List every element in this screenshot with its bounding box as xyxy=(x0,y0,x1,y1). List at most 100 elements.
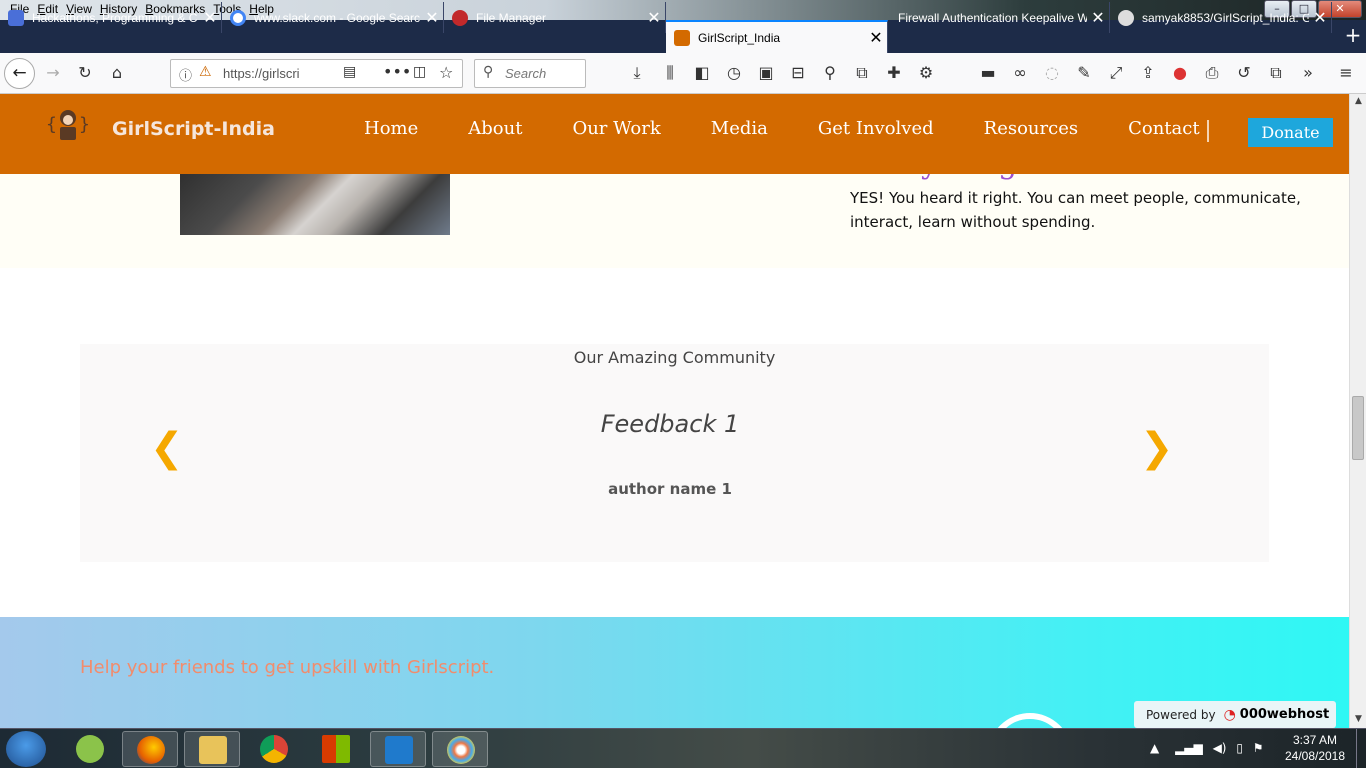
nav-divider xyxy=(1207,120,1209,142)
nav-resources[interactable]: Resources xyxy=(984,118,1078,139)
start-button[interactable] xyxy=(6,731,46,767)
circle-decoration xyxy=(988,713,1072,728)
svg-text:{: { xyxy=(46,114,57,135)
history-clock-icon[interactable]: ◷ xyxy=(724,63,744,83)
tab-file-manager[interactable]: File Manager ✕ xyxy=(444,2,666,33)
home-button[interactable]: ⌂ xyxy=(107,63,127,83)
tab-close-icon[interactable]: ✕ xyxy=(1087,8,1109,28)
nav-our-work[interactable]: Our Work xyxy=(572,118,660,139)
scroll-up-icon[interactable]: ▲ xyxy=(1350,96,1366,106)
nav-home[interactable]: Home xyxy=(364,118,418,139)
page-viewport: Everything is Free! YES! You heard it ri… xyxy=(0,94,1349,728)
page-scrollbar[interactable]: ▲ ▼ xyxy=(1349,94,1366,728)
save-page-icon[interactable]: ⊟ xyxy=(788,63,808,83)
nav-get-involved[interactable]: Get Involved xyxy=(818,118,934,139)
action-center-flag-icon[interactable]: ⚑ xyxy=(1253,741,1264,755)
rss-icon[interactable]: ◌ xyxy=(1042,63,1062,83)
screenshot-icon[interactable]: ▣ xyxy=(756,63,776,83)
carousel-next-button[interactable]: ❯ xyxy=(1140,428,1174,468)
site-brand[interactable]: GirlScript-India xyxy=(112,118,275,140)
insecure-lock-icon[interactable]: ⚠ xyxy=(199,64,212,80)
sidebar-icon[interactable]: ◧ xyxy=(692,63,712,83)
overflow-chevron-icon[interactable]: » xyxy=(1298,63,1318,83)
tab-label: Firewall Authentication Keepalive W xyxy=(898,10,1087,25)
taskbar-paint[interactable] xyxy=(432,731,488,767)
powered-by-label: Powered by xyxy=(1146,707,1216,722)
back-button[interactable]: ← xyxy=(4,58,35,89)
tab-close-icon[interactable]: ✕ xyxy=(865,28,887,48)
print-icon[interactable]: ⎙ xyxy=(1202,63,1222,83)
battery-icon[interactable]: ▯ xyxy=(1236,741,1243,755)
tab-favicon-icon xyxy=(8,9,24,26)
tray-expand-icon[interactable]: ▲ xyxy=(1150,741,1159,755)
settings-gear-icon[interactable]: ⚙ xyxy=(916,63,936,83)
taskbar-office[interactable] xyxy=(308,731,364,767)
taskbar-vscode[interactable] xyxy=(370,731,426,767)
hamburger-menu-icon[interactable]: ≡ xyxy=(1336,63,1356,83)
taskbar-android-studio[interactable] xyxy=(62,731,118,767)
tab-label: File Manager xyxy=(476,10,547,25)
extensions-icon[interactable]: ✚ xyxy=(884,63,904,83)
search-placeholder[interactable]: Search xyxy=(505,66,546,81)
girlscript-favicon-icon xyxy=(674,29,690,46)
reader-view-icon[interactable]: ▤ xyxy=(343,64,356,80)
tab-firewall[interactable]: Firewall Authentication Keepalive W ✕ xyxy=(888,2,1110,33)
url-bar[interactable]: ⓘ ⚠ https://girlscri ▤ ••• ◫ ☆ xyxy=(170,59,463,88)
zoom-icon[interactable]: ⚲ xyxy=(820,63,840,83)
nav-toolbar: ← → ↻ ⌂ ⓘ ⚠ https://girlscri ▤ ••• ◫ ☆ ⚲… xyxy=(0,53,1366,94)
google-icon xyxy=(230,9,246,26)
library-icon[interactable]: ⫼ xyxy=(660,63,680,83)
tab-label: samyak8853/GirlScript_India: G xyxy=(1142,10,1309,25)
svg-text:}: } xyxy=(79,114,90,135)
network-icon[interactable]: ▂▄▆ xyxy=(1175,741,1203,755)
restore-icon[interactable]: ↺ xyxy=(1234,63,1254,83)
tab-close-icon[interactable]: ✕ xyxy=(199,8,221,28)
firefox-icon xyxy=(137,736,165,764)
show-desktop-button[interactable] xyxy=(1356,729,1366,768)
girlscript-logo-icon[interactable]: { } xyxy=(46,106,90,142)
scroll-down-icon[interactable]: ▼ xyxy=(1350,714,1366,724)
folder-icon xyxy=(199,736,227,764)
bookmark-star-icon[interactable]: ☆ xyxy=(439,63,453,82)
addon-red-icon[interactable]: ● xyxy=(1170,63,1190,83)
free-description: YES! You heard it right. You can meet pe… xyxy=(850,189,1301,231)
reload-button[interactable]: ↻ xyxy=(75,63,95,83)
pocket-icon[interactable]: ◫ xyxy=(413,64,426,80)
tab-hackathons[interactable]: Hackathons, Programming & C ✕ xyxy=(0,2,222,33)
cta-text: Help your friends to get upskill with Gi… xyxy=(80,657,495,678)
nav-contact[interactable]: Contact xyxy=(1128,118,1199,139)
hat-icon[interactable]: ▬ xyxy=(978,63,998,83)
donate-button[interactable]: Donate xyxy=(1248,118,1333,147)
wrench-icon[interactable]: ✎ xyxy=(1074,63,1094,83)
tab-girlscript-active[interactable]: GirlScript_India ✕ xyxy=(666,20,888,53)
system-tray: ▲ ▂▄▆ ◀) ▯ ⚑ xyxy=(1150,741,1264,755)
share-icon[interactable]: ⧉ xyxy=(852,63,872,83)
forward-button[interactable]: → xyxy=(43,63,63,83)
powered-by-badge[interactable]: Powered by ◔ 000webhost xyxy=(1134,701,1336,728)
tab-close-icon[interactable]: ✕ xyxy=(1309,8,1331,28)
taskbar-firefox[interactable] xyxy=(122,731,178,767)
nav-about[interactable]: About xyxy=(468,118,522,139)
info-icon[interactable]: ⓘ xyxy=(179,65,192,84)
upload-icon[interactable]: ⇪ xyxy=(1138,63,1158,83)
tab-slack-search[interactable]: www.slack.com - Google Searc ✕ xyxy=(222,2,444,33)
taskbar-chrome[interactable] xyxy=(246,731,302,767)
nav-media[interactable]: Media xyxy=(711,118,768,139)
system-clock[interactable]: 3:37 AM 24/08/2018 xyxy=(1278,732,1352,764)
webhost-logo-icon: ◔ xyxy=(1223,706,1236,723)
fullscreen-icon[interactable]: ⤢ xyxy=(1106,63,1126,83)
tab-manager-icon[interactable]: ⧉ xyxy=(1266,63,1286,83)
github-icon xyxy=(1118,9,1134,26)
search-bar[interactable]: ⚲ Search xyxy=(474,59,586,88)
url-text[interactable]: https://girlscri xyxy=(223,66,307,81)
mask-icon[interactable]: ∞ xyxy=(1010,63,1030,83)
volume-icon[interactable]: ◀) xyxy=(1213,741,1227,755)
page-actions-icon[interactable]: ••• xyxy=(383,62,411,81)
new-tab-button[interactable]: + xyxy=(1340,20,1366,53)
tab-close-icon[interactable]: ✕ xyxy=(643,8,665,28)
tab-close-icon[interactable]: ✕ xyxy=(421,8,443,28)
scroll-thumb[interactable] xyxy=(1352,396,1364,460)
tab-github[interactable]: samyak8853/GirlScript_India: G ✕ xyxy=(1110,2,1332,33)
taskbar-explorer[interactable] xyxy=(184,731,240,767)
downloads-icon[interactable]: ⤓ xyxy=(627,63,647,83)
